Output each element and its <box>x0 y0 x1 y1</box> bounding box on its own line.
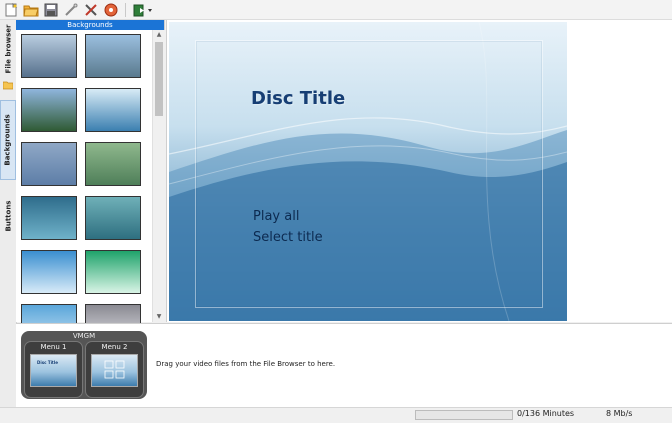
menu-1-thumb-title: Disc Title <box>37 360 58 365</box>
button-grid-graphic <box>104 360 125 379</box>
background-thumbnail-green-border-frame[interactable] <box>85 250 141 294</box>
minutes-status: 0/136 Minutes <box>517 409 575 418</box>
background-thumbnail-coast-landscape-2[interactable] <box>85 34 141 78</box>
menu-preview-canvas[interactable]: Disc Title Play all Select title <box>169 22 567 321</box>
scroll-up-arrow[interactable]: ▲ <box>153 30 165 40</box>
menu-1-label: Menu 1 <box>40 343 67 351</box>
vmgm-group[interactable]: VMGM Menu 1 Disc Title Menu 2 <box>21 331 147 399</box>
background-thumbnail-teal-stripes[interactable] <box>21 196 77 240</box>
scroll-thumb[interactable] <box>155 42 163 116</box>
backgrounds-header: Backgrounds <box>16 20 164 30</box>
toolbar-separator <box>125 2 126 17</box>
vmgm-label: VMGM <box>72 332 96 340</box>
scroll-down-arrow[interactable]: ▼ <box>153 312 165 322</box>
save-icon[interactable] <box>42 1 60 19</box>
menu-preview-area: Disc Title Play all Select title <box>166 20 672 322</box>
sidebar-tabs: File browser Backgrounds Buttons <box>0 20 17 408</box>
tab-buttons[interactable]: Buttons <box>0 192 16 240</box>
tab-buttons-label: Buttons <box>4 200 13 232</box>
drag-hint-text: Drag your video files from the File Brow… <box>156 360 336 368</box>
tab-file-browser[interactable]: File browser <box>0 22 16 76</box>
status-bar: 0/136 Minutes 8 Mb/s <box>0 407 672 423</box>
panel-scrollbar[interactable]: ▲ ▼ <box>152 30 165 322</box>
folder-icon[interactable] <box>2 80 14 93</box>
bitrate-status: 8 Mb/s <box>606 409 633 418</box>
disc-title-text[interactable]: Disc Title <box>251 88 345 109</box>
background-thumbnail-lake-forest[interactable] <box>21 88 77 132</box>
backgrounds-panel: Backgrounds ▲ ▼ <box>16 20 165 348</box>
background-thumbnail-blue-blur[interactable] <box>21 142 77 186</box>
menu-1-card[interactable]: Menu 1 Disc Title <box>24 341 83 398</box>
safe-area-frame <box>195 40 543 308</box>
edit-wand-icon[interactable] <box>62 1 80 19</box>
menu-2-card[interactable]: Menu 2 <box>85 341 144 398</box>
background-thumbnail-green-blur[interactable] <box>85 142 141 186</box>
background-thumbnail-blue-border-frame[interactable] <box>21 250 77 294</box>
play-all-item[interactable]: Play all <box>253 209 299 224</box>
background-thumbnail-coast-landscape-1[interactable] <box>21 34 77 78</box>
new-project-icon[interactable] <box>2 1 20 19</box>
menu-1-thumbnail: Disc Title <box>30 354 77 387</box>
menu-structure-panel: VMGM Menu 1 Disc Title Menu 2 Drag your … <box>16 323 672 408</box>
main-toolbar <box>0 0 672 20</box>
menu-2-thumbnail <box>91 354 138 387</box>
open-folder-icon[interactable] <box>22 1 40 19</box>
background-thumbnail-blue-waves[interactable] <box>85 88 141 132</box>
burn-disc-icon[interactable] <box>102 1 120 19</box>
tab-file-browser-label: File browser <box>4 24 12 74</box>
background-thumbnail-teal-texture[interactable] <box>85 196 141 240</box>
export-icon[interactable] <box>131 1 155 19</box>
disc-usage-progress <box>415 410 513 420</box>
tab-backgrounds[interactable]: Backgrounds <box>0 100 16 180</box>
menu-2-label: Menu 2 <box>101 343 128 351</box>
tools-icon[interactable] <box>82 1 100 19</box>
tab-backgrounds-label: Backgrounds <box>4 114 12 166</box>
select-title-item[interactable]: Select title <box>253 230 323 245</box>
